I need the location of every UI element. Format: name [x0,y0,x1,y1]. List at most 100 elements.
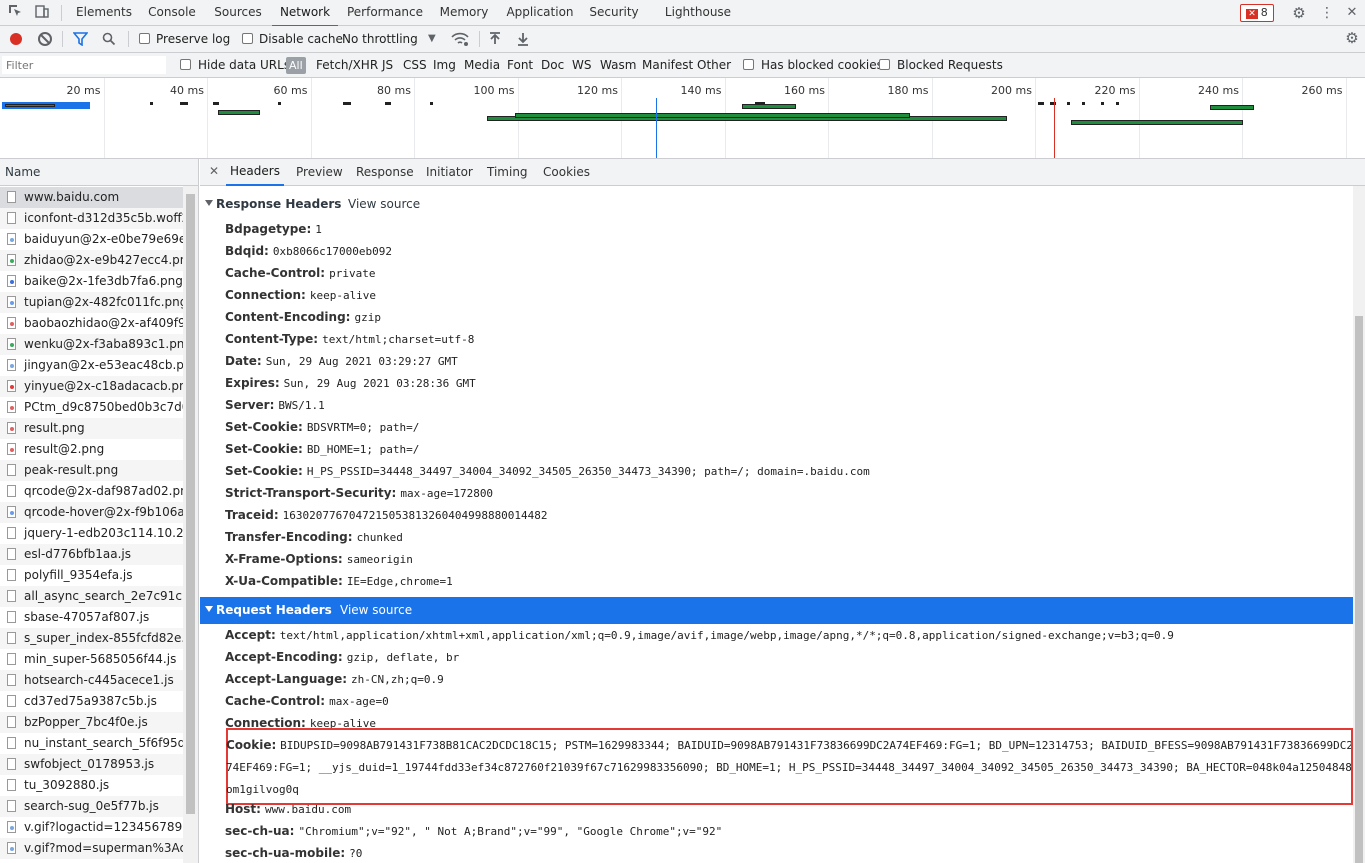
file-icon [7,527,16,539]
request-headers-section[interactable]: Request Headers View source [200,597,1353,624]
filter-type-font[interactable]: Font [507,53,533,78]
detail-tab-response[interactable]: Response [356,159,414,186]
more-options-icon[interactable]: ⋮ [1318,4,1336,22]
filter-type-wasm[interactable]: Wasm [600,53,636,78]
detail-tab-cookies[interactable]: Cookies [543,159,590,186]
tab-network[interactable]: Network [272,0,338,27]
header-key: Expires: [225,376,280,390]
filter-type-ws[interactable]: WS [572,53,591,78]
filter-type-other[interactable]: Other [697,53,731,78]
request-row[interactable]: peak-result.png [0,460,183,481]
request-list-scroll-thumb[interactable] [186,194,195,814]
request-row[interactable]: PCtm_d9c8750bed0b3c7d089 [0,397,183,418]
request-row[interactable]: baike@2x-1fe3db7fa6.png [0,271,183,292]
headers-scrollbar[interactable] [1353,186,1365,863]
device-toolbar-icon[interactable] [33,4,51,22]
network-settings-gear-icon[interactable]: ⚙ [1343,29,1361,47]
request-row[interactable]: s_super_index-855fcfd82e.js [0,628,183,649]
export-har-icon[interactable] [517,32,529,49]
request-row[interactable]: polyfill_9354efa.js [0,565,183,586]
request-row[interactable]: wenku@2x-f3aba893c1.png [0,334,183,355]
network-conditions-icon[interactable] [451,31,469,50]
inspect-element-icon[interactable] [6,4,24,22]
request-row[interactable]: baiduyun@2x-e0be79e69e.png [0,229,183,250]
tab-performance[interactable]: Performance [343,0,427,25]
header-value: private [329,267,376,280]
request-row[interactable]: qrcode@2x-daf987ad02.png [0,481,183,502]
close-devtools-icon[interactable]: ✕ [1343,4,1361,22]
filter-type-media[interactable]: Media [464,53,500,78]
tab-lighthouse[interactable]: Lighthouse [660,0,736,25]
request-row[interactable]: qrcode-hover@2x-f9b106a84 [0,502,183,523]
request-row[interactable]: result.png [0,418,183,439]
filter-type-img[interactable]: Img [433,53,456,78]
filter-type-all[interactable]: All [286,57,306,74]
cookie-value-line2: 74EF469:FG=1; __yjs_duid=1_19744fdd33ef3… [226,761,1353,774]
request-row[interactable]: v.gif?mod=superman%3Acom [0,838,183,859]
headers-scroll-thumb[interactable] [1355,316,1363,863]
detail-tab-preview[interactable]: Preview [296,159,343,186]
request-view-source-link[interactable]: View source [340,597,412,624]
tab-application[interactable]: Application [500,0,580,25]
header-row: Content-Encoding: gzip [225,306,381,328]
request-row[interactable]: baobaozhidao@2x-af409f9db [0,313,183,334]
header-key: Accept-Encoding: [225,650,343,664]
request-row[interactable]: www.baidu.com [0,187,183,208]
name-column-header[interactable]: Name [0,159,199,186]
throttling-dropdown-icon[interactable]: ▼ [428,26,436,52]
record-button[interactable] [10,33,22,45]
network-overview-timeline[interactable]: 20 ms 40 ms 60 ms 80 ms 100 ms 120 ms 140 ms 16… [0,78,1365,159]
tab-security[interactable]: Security [584,0,644,25]
filter-type-fetchxhr[interactable]: Fetch/XHR [316,53,378,78]
request-row[interactable]: jingyan@2x-e53eac48cb.png [0,355,183,376]
tab-console[interactable]: Console [142,0,202,25]
request-row[interactable]: cd37ed75a9387c5b.js [0,691,183,712]
hide-data-urls-checkbox[interactable] [180,59,191,70]
request-row[interactable]: search-sug_0e5f77b.js [0,796,183,817]
request-list: www.baidu.com iconfont-d312d35c5b.woff2 ba… [0,186,183,863]
disable-cache-checkbox[interactable] [242,33,253,44]
throttling-select[interactable]: No throttling [342,26,418,52]
has-blocked-cookies-checkbox[interactable] [743,59,754,70]
close-detail-icon[interactable]: ✕ [209,159,219,184]
request-row[interactable]: tu_3092880.js [0,775,183,796]
filter-type-css[interactable]: CSS [403,53,427,78]
search-icon[interactable] [102,32,116,49]
request-row[interactable]: v.gif?logactid=1234567890&s [0,817,183,838]
request-row[interactable]: swfobject_0178953.js [0,754,183,775]
preserve-log-checkbox[interactable] [139,33,150,44]
request-row[interactable]: iconfont-d312d35c5b.woff2 [0,208,183,229]
filter-type-manifest[interactable]: Manifest [642,53,693,78]
error-count-badge[interactable]: ✕ 8 [1240,4,1274,22]
response-view-source-link[interactable]: View source [348,191,420,218]
detail-tab-initiator[interactable]: Initiator [426,159,473,186]
blocked-requests-checkbox[interactable] [879,59,890,70]
tab-sources[interactable]: Sources [208,0,268,25]
request-row[interactable]: min_super-5685056f44.js [0,649,183,670]
request-row[interactable]: sbase-47057af807.js [0,607,183,628]
filter-type-doc[interactable]: Doc [541,53,564,78]
import-har-icon[interactable] [489,32,501,49]
file-icon [7,338,16,350]
detail-tab-timing[interactable]: Timing [487,159,528,186]
request-row[interactable]: all_async_search_2e7c91c.js [0,586,183,607]
response-headers-section[interactable]: Response Headers View source [200,191,1353,218]
request-row[interactable]: zhidao@2x-e9b427ecc4.png [0,250,183,271]
tab-elements[interactable]: Elements [70,0,138,25]
request-row[interactable]: nu_instant_search_5f6f95d.js [0,733,183,754]
clear-icon[interactable] [38,32,52,46]
tab-memory[interactable]: Memory [433,0,495,25]
request-row[interactable]: bzPopper_7bc4f0e.js [0,712,183,733]
filter-funnel-icon[interactable] [72,32,89,49]
filter-input[interactable] [2,56,166,74]
request-row[interactable]: yinyue@2x-c18adacacb.png [0,376,183,397]
detail-tab-headers[interactable]: Headers [226,159,284,186]
request-row[interactable]: jquery-1-edb203c114.10.2.js [0,523,183,544]
settings-gear-icon[interactable]: ⚙ [1290,4,1308,22]
request-list-scrollbar[interactable] [183,186,199,863]
filter-type-js[interactable]: JS [382,53,393,78]
request-row[interactable]: esl-d776bfb1aa.js [0,544,183,565]
request-row[interactable]: hotsearch-c445acece1.js [0,670,183,691]
request-row[interactable]: result@2.png [0,439,183,460]
request-row[interactable]: tupian@2x-482fc011fc.png [0,292,183,313]
